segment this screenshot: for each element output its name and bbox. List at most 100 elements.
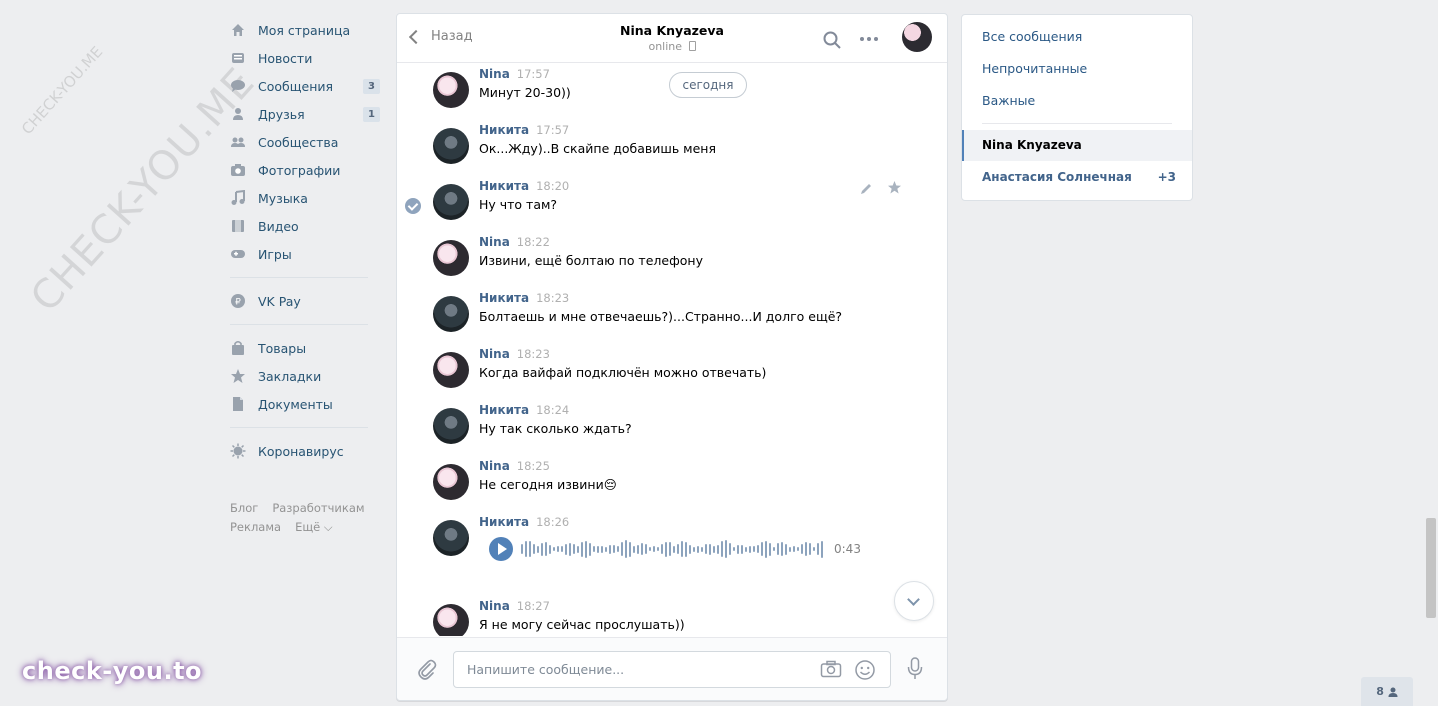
nav-item-messages[interactable]: Сообщения 3 xyxy=(230,72,380,100)
nav-item-photos[interactable]: Фотографии xyxy=(230,156,380,184)
message-author[interactable]: Никита xyxy=(479,291,529,305)
nav-item-video[interactable]: Видео xyxy=(230,212,380,240)
message-author[interactable]: Nina xyxy=(479,235,510,249)
nav-item-documents[interactable]: Документы xyxy=(230,390,380,418)
avatar[interactable] xyxy=(433,240,469,276)
message-author[interactable]: Nina xyxy=(479,599,510,613)
waveform-bar xyxy=(665,541,667,557)
nav-item-vkpay[interactable]: ₽ VK Pay xyxy=(230,287,380,315)
nav-item-bookmarks[interactable]: Закладки xyxy=(230,362,380,390)
message-time[interactable]: 18:23 xyxy=(517,347,550,361)
conversation-item[interactable]: Анастасия Солнечная +3 xyxy=(982,170,1176,184)
nav-label: Новости xyxy=(258,50,313,66)
waveform-bar xyxy=(745,546,747,552)
waveform-bar xyxy=(593,546,595,552)
message-time[interactable]: 17:57 xyxy=(517,67,550,81)
nav-item-coronavirus[interactable]: Коронавирус xyxy=(230,437,380,465)
avatar[interactable] xyxy=(433,464,469,500)
message-voice: Никита 18:26 0:43 xyxy=(433,515,913,585)
nav-item-communities[interactable]: Сообщества xyxy=(230,128,380,156)
avatar[interactable] xyxy=(433,184,469,220)
check-icon[interactable] xyxy=(405,198,421,214)
date-pill: сегодня xyxy=(669,72,747,98)
scroll-down-button[interactable] xyxy=(894,581,934,621)
message-author[interactable]: Никита xyxy=(479,403,529,417)
waveform-bar xyxy=(657,547,659,551)
message-author[interactable]: Nina xyxy=(479,67,510,81)
footer-devs-link[interactable]: Разработчикам xyxy=(272,501,364,515)
message-time[interactable]: 17:57 xyxy=(536,123,569,137)
emoji-icon[interactable] xyxy=(854,659,876,685)
waveform-bar xyxy=(717,544,719,554)
message-author[interactable]: Никита xyxy=(479,123,529,137)
camera-icon[interactable] xyxy=(820,660,842,682)
avatar[interactable] xyxy=(433,604,469,636)
avatar[interactable] xyxy=(433,72,469,108)
online-count: 8 xyxy=(1376,685,1384,698)
footer-blog-link[interactable]: Блог xyxy=(230,501,258,515)
waveform-bar xyxy=(741,544,743,554)
peer-avatar[interactable] xyxy=(902,22,932,52)
paperclip-icon[interactable] xyxy=(417,659,437,685)
message-text: Ну что там? xyxy=(479,197,558,212)
waveform-bar xyxy=(545,542,547,556)
waveform-bar xyxy=(777,543,779,555)
play-icon[interactable] xyxy=(489,537,513,561)
divider xyxy=(982,123,1172,124)
nav-item-games[interactable]: Игры xyxy=(230,240,380,268)
message-input[interactable]: Напишите сообщение... xyxy=(453,651,891,688)
avatar[interactable] xyxy=(433,296,469,332)
filter-all-messages[interactable]: Все сообщения xyxy=(982,29,1082,44)
conversation-item-active[interactable]: Nina Knyazeva xyxy=(962,130,1192,161)
waveform-bar xyxy=(689,544,691,554)
avatar[interactable] xyxy=(433,520,469,556)
footer-more-link[interactable]: Ещё ⌵ xyxy=(295,520,333,534)
message-time[interactable]: 18:25 xyxy=(517,459,550,473)
message-text: Ок...Жду)..В скайпе добавишь меня xyxy=(479,141,716,156)
more-options-icon[interactable] xyxy=(860,37,878,41)
star-icon xyxy=(230,368,246,384)
message-author[interactable]: Никита xyxy=(479,515,529,529)
message-author[interactable]: Никита xyxy=(479,179,529,193)
footer-ads-link[interactable]: Реклама xyxy=(230,520,281,534)
nav-separator xyxy=(230,324,368,325)
svg-text:₽: ₽ xyxy=(235,298,241,308)
nav-label: VK Pay xyxy=(258,293,301,309)
pencil-icon[interactable] xyxy=(859,182,873,200)
avatar[interactable] xyxy=(433,352,469,388)
waveform-bar xyxy=(761,542,763,556)
message-time[interactable]: 18:23 xyxy=(536,291,569,305)
page-scrollbar[interactable] xyxy=(1426,518,1436,618)
waveform-bar xyxy=(525,541,527,557)
message-time[interactable]: 18:27 xyxy=(517,599,550,613)
online-friends-badge[interactable]: 8 xyxy=(1361,677,1413,706)
voice-waveform[interactable] xyxy=(521,537,823,561)
nav-item-goods[interactable]: Товары xyxy=(230,334,380,362)
message-author[interactable]: Nina xyxy=(479,347,510,361)
filter-unread[interactable]: Непрочитанные xyxy=(982,61,1087,76)
avatar[interactable] xyxy=(433,128,469,164)
waveform-bar xyxy=(721,541,723,557)
waveform-bar xyxy=(569,542,571,556)
message-time[interactable]: 18:20 xyxy=(536,179,569,193)
nav-item-friends[interactable]: Друзья 1 xyxy=(230,100,380,128)
nav-separator xyxy=(230,427,368,428)
message-time[interactable]: 18:26 xyxy=(536,515,569,529)
composer: Напишите сообщение... xyxy=(397,637,947,700)
message-text: Болтаешь и мне отвечаешь?)...Странно...И… xyxy=(479,309,843,324)
avatar[interactable] xyxy=(433,408,469,444)
waveform-bar xyxy=(801,544,803,554)
message-time[interactable]: 18:24 xyxy=(536,403,569,417)
nav-item-news[interactable]: Новости xyxy=(230,44,380,72)
peer-name: Nina Knyazeva xyxy=(620,23,724,38)
message-time[interactable]: 18:22 xyxy=(517,235,550,249)
nav-item-my-page[interactable]: Моя страница xyxy=(230,16,380,44)
message-author[interactable]: Nina xyxy=(479,459,510,473)
nav-item-music[interactable]: Музыка xyxy=(230,184,380,212)
microphone-icon[interactable] xyxy=(907,657,923,685)
search-icon[interactable] xyxy=(823,31,841,53)
star-icon[interactable] xyxy=(887,180,902,199)
filter-important[interactable]: Важные xyxy=(982,93,1035,108)
message-text: Ну так сколько ждать? xyxy=(479,421,632,436)
message-text: Не сегодня извини😔 xyxy=(479,477,617,492)
